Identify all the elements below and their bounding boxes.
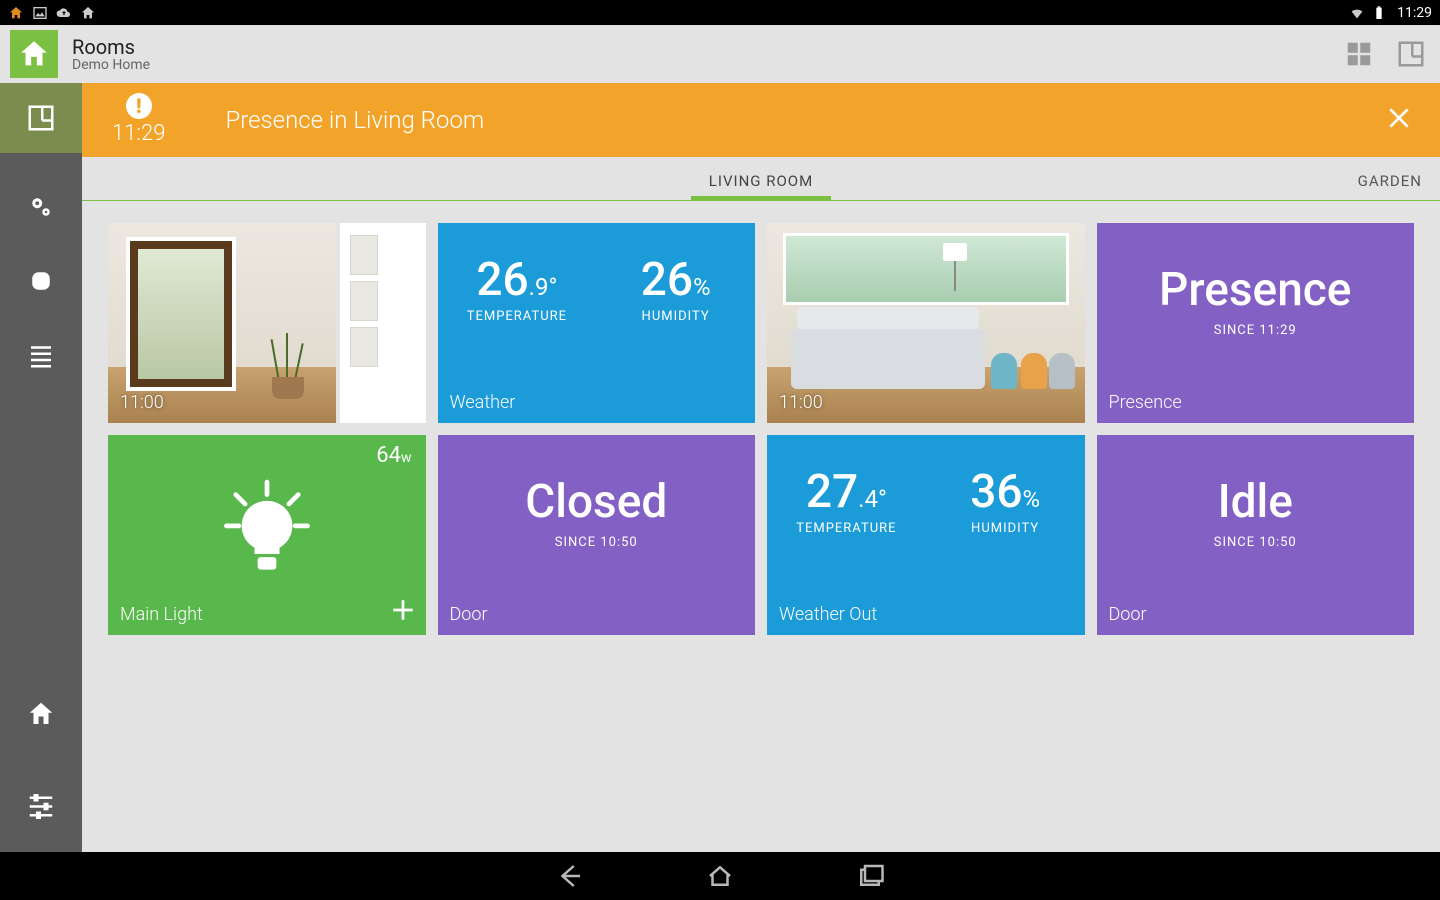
temp-frac: .9° (529, 273, 558, 301)
notif-image-icon (32, 5, 48, 21)
grid-view-icon[interactable] (1344, 39, 1374, 69)
tile-weather[interactable]: 26.9° TEMPERATURE 26% HUMIDITY Weather (438, 223, 756, 423)
camera-timestamp: 11:00 (779, 392, 823, 413)
sidebar-item-list[interactable] (0, 335, 82, 375)
recents-icon[interactable] (855, 861, 885, 891)
list-icon (26, 340, 56, 370)
tile-presence[interactable]: Presence SINCE 11:29 Presence (1097, 223, 1415, 423)
door2-status: Idle (1097, 479, 1415, 525)
notif-home-icon (8, 5, 24, 21)
home-nav-icon[interactable] (705, 861, 735, 891)
status-clock: 11:29 (1397, 5, 1432, 21)
gears-icon (26, 192, 56, 222)
temp-caption: TEMPERATURE (767, 521, 926, 536)
sidebar-item-automation[interactable] (0, 187, 82, 227)
tile-camera-entrance[interactable]: 11:00 (108, 223, 426, 423)
wifi-icon (1349, 5, 1365, 21)
hum-caption: HUMIDITY (926, 521, 1085, 536)
temp-caption: TEMPERATURE (438, 309, 597, 324)
tile-door[interactable]: Closed SINCE 10:50 Door (438, 435, 756, 635)
sidebar (0, 83, 82, 852)
tile-label: Presence (1109, 392, 1182, 413)
tab-living-room[interactable]: LIVING ROOM (82, 172, 1440, 200)
presence-title: Presence (1097, 267, 1415, 313)
alert-time: 11:29 (112, 121, 165, 146)
sidebar-item-settings[interactable] (0, 776, 82, 832)
page-subtitle: Demo Home (72, 57, 150, 73)
sliders-icon (26, 789, 56, 819)
hum-unit: % (1022, 485, 1040, 513)
hum-value: 26 (641, 253, 693, 307)
hum-unit: % (693, 273, 711, 301)
close-icon (1386, 105, 1412, 131)
tile-label: Weather (450, 392, 516, 413)
sidebar-item-rooms[interactable] (0, 83, 82, 153)
hum-caption: HUMIDITY (596, 309, 755, 324)
watt-value: 64 (376, 443, 401, 468)
temp-value: 27 (806, 465, 858, 519)
android-status-bar: 11:29 (0, 0, 1440, 25)
tile-weather-out[interactable]: 27.4° TEMPERATURE 36% HUMIDITY Weather O… (767, 435, 1085, 635)
battery-icon (1371, 5, 1387, 21)
home-icon (26, 699, 56, 729)
sidebar-item-devices[interactable] (0, 261, 82, 301)
notif-cloud-upload-icon (56, 5, 72, 21)
camera-timestamp: 11:00 (120, 392, 164, 413)
alert-close-button[interactable] (1386, 105, 1412, 135)
alert-icon: ! (126, 93, 152, 119)
alert-text: Presence in Living Room (225, 106, 484, 134)
sidebar-item-home[interactable] (0, 686, 82, 742)
tile-label: Main Light (120, 604, 203, 625)
presence-since: SINCE 11:29 (1097, 323, 1415, 338)
tile-grid: 11:00 26.9° TEMPERATURE 26% HUMIDITY Wea… (82, 201, 1440, 657)
tile-door-2[interactable]: Idle SINCE 10:50 Door (1097, 435, 1415, 635)
tab-garden[interactable]: GARDEN (1358, 172, 1422, 190)
tile-main-light[interactable]: 64w Main Light (108, 435, 426, 635)
temp-value: 26 (476, 253, 528, 307)
tile-label: Weather Out (779, 604, 877, 625)
tile-camera-lounge[interactable]: 11:00 (767, 223, 1085, 423)
watt-unit: w (401, 450, 412, 466)
room-tabs: LIVING ROOM GARDEN (82, 157, 1440, 201)
door2-since: SINCE 10:50 (1097, 535, 1415, 550)
device-icon (26, 266, 56, 296)
tile-label: Door (1109, 604, 1147, 625)
add-button[interactable] (390, 597, 416, 627)
app-icon[interactable] (10, 30, 58, 78)
android-nav-bar (0, 852, 1440, 900)
page-title: Rooms (72, 35, 150, 59)
hum-value: 36 (970, 465, 1022, 519)
home-icon (17, 37, 51, 71)
door-since: SINCE 10:50 (438, 535, 756, 550)
tile-label: Door (450, 604, 488, 625)
plus-icon (390, 597, 416, 623)
notif-home2-icon (80, 5, 96, 21)
alert-banner[interactable]: ! 11:29 Presence in Living Room (82, 83, 1440, 157)
temp-frac: .4° (858, 485, 887, 513)
floorplan-icon (26, 103, 56, 133)
door-status: Closed (438, 479, 756, 525)
action-bar: Rooms Demo Home (0, 25, 1440, 83)
back-icon[interactable] (555, 861, 585, 891)
lightbulb-icon (108, 479, 426, 579)
floorplan-icon[interactable] (1396, 39, 1426, 69)
